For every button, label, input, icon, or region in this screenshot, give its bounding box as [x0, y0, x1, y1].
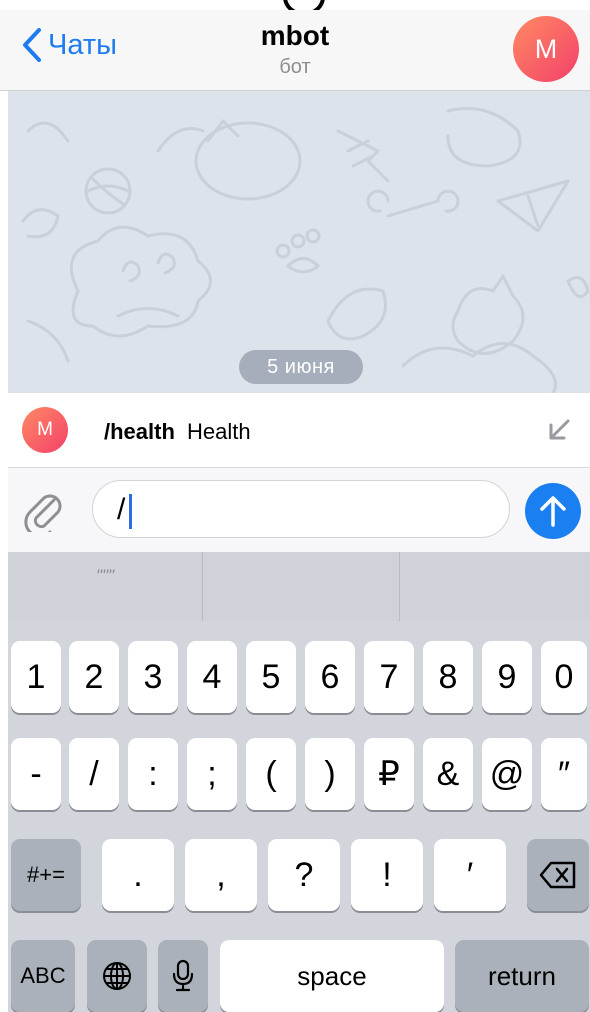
text-caret [129, 494, 132, 529]
key-hyphen[interactable]: - [11, 738, 61, 810]
key-7[interactable]: 7 [364, 641, 414, 713]
delete-icon [539, 861, 576, 889]
key-5[interactable]: 5 [246, 641, 296, 713]
key-exclamation[interactable]: ! [351, 839, 423, 911]
key-slash[interactable]: / [69, 738, 119, 810]
predictive-bar: """ [8, 552, 590, 621]
globe-key[interactable] [87, 940, 147, 1012]
chat-avatar[interactable]: M [513, 16, 579, 82]
chat-area[interactable]: 5 июня [8, 91, 590, 393]
prediction-3[interactable] [400, 552, 590, 621]
key-symbols-toggle[interactable]: #+= [11, 839, 81, 911]
return-key[interactable]: return [455, 940, 589, 1012]
key-ampersand[interactable]: & [423, 738, 473, 810]
key-2[interactable]: 2 [69, 641, 119, 713]
key-semicolon[interactable]: ; [187, 738, 237, 810]
key-open-paren[interactable]: ( [246, 738, 296, 810]
key-close-paren[interactable]: ) [305, 738, 355, 810]
input-bar: / [8, 468, 590, 552]
message-input[interactable]: / [92, 480, 510, 538]
command-name: /health [104, 419, 175, 444]
chat-subtitle: бот [279, 56, 311, 78]
key-at[interactable]: @ [482, 738, 532, 810]
key-abc[interactable]: ABC [11, 940, 75, 1012]
keyboard: 1 2 3 4 5 6 7 8 9 0 - / : ; ( ) ₽ & @ ″ … [8, 621, 590, 1012]
date-separator: 5 июня [239, 350, 363, 384]
key-ruble[interactable]: ₽ [364, 738, 414, 810]
command-text: /health Health [104, 419, 251, 445]
chat-title: mbot [260, 20, 330, 51]
globe-icon [103, 962, 131, 990]
send-button[interactable] [525, 483, 581, 539]
bot-avatar: M [22, 407, 68, 453]
paperclip-icon[interactable] [24, 488, 64, 532]
prediction-2[interactable] [203, 552, 399, 621]
key-colon[interactable]: : [128, 738, 178, 810]
key-question[interactable]: ? [268, 839, 340, 911]
key-comma[interactable]: , [185, 839, 257, 911]
avatar-letter: M [534, 33, 558, 64]
key-apostrophe[interactable]: ′ [434, 839, 506, 911]
delete-key[interactable] [527, 839, 589, 911]
key-6[interactable]: 6 [305, 641, 355, 713]
wallpaper-pattern [21, 107, 590, 393]
collapse-arrow-icon[interactable] [546, 417, 572, 443]
key-8[interactable]: 8 [423, 641, 473, 713]
microphone-icon [172, 959, 194, 992]
key-double-quote[interactable]: ″ [541, 738, 587, 810]
prediction-1[interactable]: """ [8, 552, 202, 621]
message-input-text: / [117, 493, 126, 526]
space-key[interactable]: space [220, 940, 444, 1012]
key-4[interactable]: 4 [187, 641, 237, 713]
key-3[interactable]: 3 [128, 641, 178, 713]
dictation-key[interactable] [158, 940, 208, 1012]
date-label: 5 июня [267, 355, 335, 378]
command-description: Health [187, 419, 251, 444]
command-suggestion[interactable]: M /health Health [8, 393, 590, 468]
key-1[interactable]: 1 [11, 641, 61, 713]
bot-avatar-letter: M [37, 419, 53, 440]
key-9[interactable]: 9 [482, 641, 532, 713]
arrow-up-icon [540, 496, 566, 527]
key-period[interactable]: . [102, 839, 174, 911]
key-0[interactable]: 0 [541, 641, 587, 713]
nav-bar: Чаты mbot бот M [0, 10, 590, 91]
